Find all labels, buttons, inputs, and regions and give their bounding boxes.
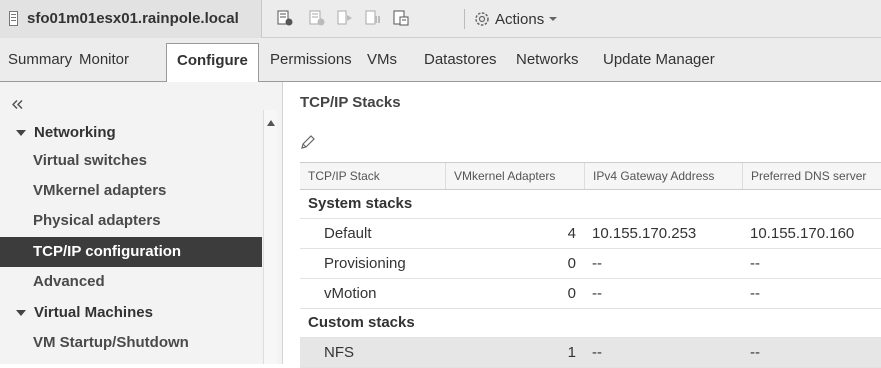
column-header-dns[interactable]: Preferred DNS server xyxy=(742,163,881,189)
object-header: sfo01m01esx01.rainpole.local Actions xyxy=(0,0,881,38)
tab-permissions[interactable]: Permissions xyxy=(270,51,352,68)
scroll-up-arrow-icon[interactable] xyxy=(267,120,275,126)
cell-dns: -- xyxy=(750,344,760,361)
sidebar-group-virtual-machines[interactable]: Virtual Machines xyxy=(16,304,153,321)
expand-triangle-icon xyxy=(16,309,26,316)
gear-icon xyxy=(475,12,489,26)
host-title: sfo01m01esx01.rainpole.local xyxy=(27,10,239,27)
sidebar-item-tcpip-configuration[interactable]: TCP/IP configuration xyxy=(0,237,262,267)
cell-dns: -- xyxy=(750,285,760,302)
cell-adapters: 1 xyxy=(567,344,576,361)
tcpip-stacks-table: TCP/IP Stack VMkernel Adapters IPv4 Gate… xyxy=(300,162,881,368)
table-row[interactable]: Provisioning 0 -- -- xyxy=(300,249,881,279)
sidebar-item-virtual-switches[interactable]: Virtual switches xyxy=(0,146,262,176)
cell-gateway: -- xyxy=(592,344,602,361)
cell-stack-name: Default xyxy=(324,225,372,242)
sidebar-item-vmkernel-adapters[interactable]: VMkernel adapters xyxy=(0,176,262,206)
migrate-icon[interactable] xyxy=(392,9,410,27)
table-header: TCP/IP Stack VMkernel Adapters IPv4 Gate… xyxy=(300,162,881,190)
column-header-adapters[interactable]: VMkernel Adapters xyxy=(445,163,584,189)
collapse-sidebar-icon[interactable] xyxy=(11,96,23,114)
sidebar-item-advanced[interactable]: Advanced xyxy=(0,267,262,297)
tab-configure[interactable]: Configure xyxy=(166,43,259,83)
group-header-system-stacks: System stacks xyxy=(300,190,881,219)
tab-networks[interactable]: Networks xyxy=(516,51,579,68)
configure-sidebar: Networking Virtual switches VMkernel ada… xyxy=(0,82,283,364)
cell-adapters: 0 xyxy=(567,255,576,272)
cell-adapters: 4 xyxy=(567,225,576,242)
cell-stack-name: vMotion xyxy=(324,285,377,302)
chevron-down-icon xyxy=(549,17,558,21)
cell-gateway: 10.155.170.253 xyxy=(592,225,697,242)
expand-triangle-icon xyxy=(16,129,26,136)
tab-datastores[interactable]: Datastores xyxy=(424,51,497,68)
toolbar-separator xyxy=(464,9,465,29)
cell-gateway: -- xyxy=(592,255,602,272)
cell-dns: -- xyxy=(750,255,760,272)
cell-stack-name: Provisioning xyxy=(324,255,406,272)
cell-stack-name: NFS xyxy=(324,344,354,361)
cell-adapters: 0 xyxy=(567,285,576,302)
sidebar-group-label: Networking xyxy=(34,124,116,141)
host-title-area: sfo01m01esx01.rainpole.local xyxy=(0,0,262,38)
host-actions-icon[interactable] xyxy=(276,9,294,27)
column-header-gateway[interactable]: IPv4 Gateway Address xyxy=(584,163,742,189)
suspend-icon[interactable] xyxy=(364,9,382,27)
cell-gateway: -- xyxy=(592,285,602,302)
vm-icon[interactable] xyxy=(308,9,326,27)
sidebar-scrollbar[interactable] xyxy=(263,110,277,364)
column-header-stack[interactable]: TCP/IP Stack xyxy=(300,163,445,189)
tab-bar: Summary Monitor Configure Permissions VM… xyxy=(0,38,881,83)
host-icon xyxy=(9,11,18,26)
sidebar-group-networking[interactable]: Networking xyxy=(16,124,116,141)
sidebar-item-vm-startup-shutdown[interactable]: VM Startup/Shutdown xyxy=(0,328,262,358)
tab-update-manager[interactable]: Update Manager xyxy=(603,51,715,68)
power-on-icon[interactable] xyxy=(336,9,354,27)
tab-monitor[interactable]: Monitor xyxy=(79,51,129,68)
edit-pencil-icon[interactable] xyxy=(300,134,316,155)
sidebar-group-label: Virtual Machines xyxy=(34,304,153,321)
tab-vms[interactable]: VMs xyxy=(367,51,397,68)
tcpip-stacks-panel: TCP/IP Stacks TCP/IP Stack VMkernel Adap… xyxy=(283,82,881,368)
table-row[interactable]: vMotion 0 -- -- xyxy=(300,279,881,309)
actions-label: Actions xyxy=(495,10,545,28)
actions-menu-button[interactable]: Actions xyxy=(473,8,558,30)
cell-dns: 10.155.170.160 xyxy=(750,225,855,242)
sidebar-item-physical-adapters[interactable]: Physical adapters xyxy=(0,206,262,236)
group-header-custom-stacks: Custom stacks xyxy=(300,309,881,338)
tab-summary[interactable]: Summary xyxy=(8,51,72,68)
page-title: TCP/IP Stacks xyxy=(300,94,401,111)
table-row[interactable]: Default 4 10.155.170.253 10.155.170.160 xyxy=(300,219,881,249)
